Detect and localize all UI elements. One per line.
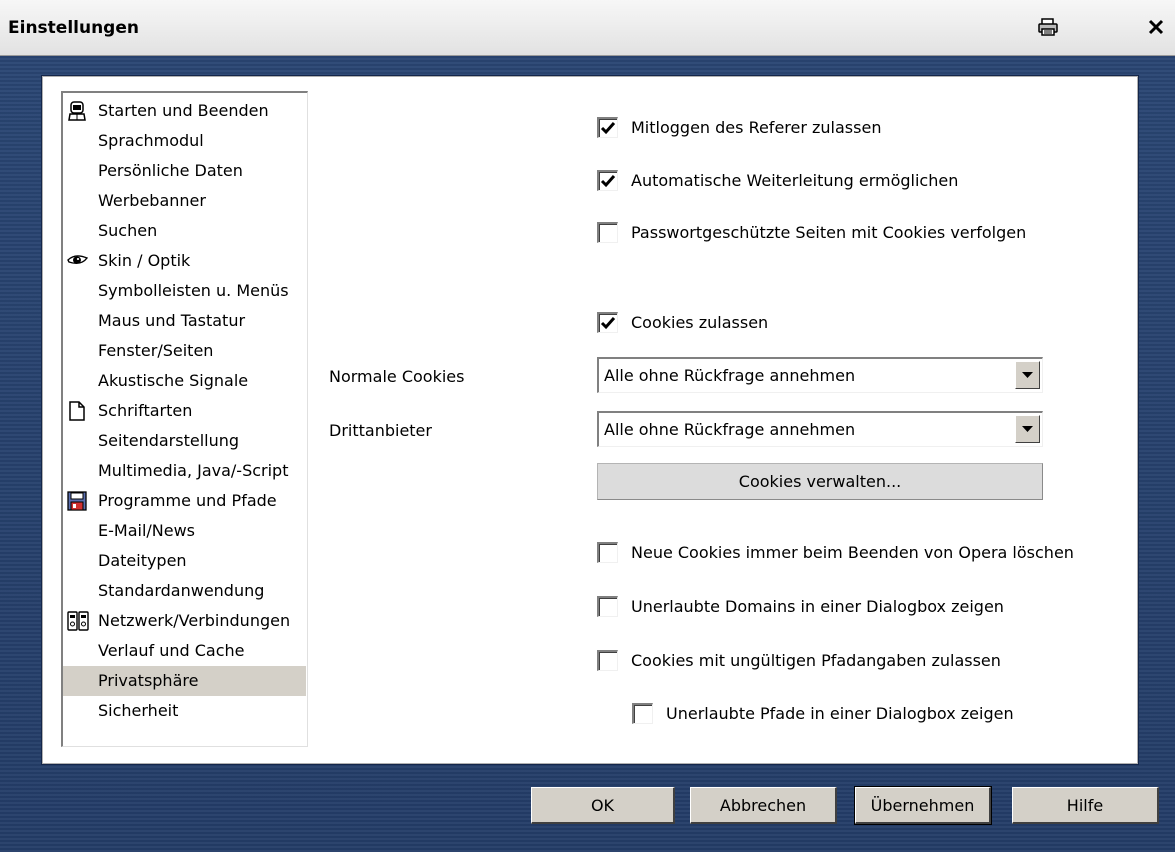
unauthorized-paths-checkbox-row[interactable]: Unerlaubte Pfade in einer Dialogbox zeig…	[632, 701, 1014, 725]
cancel-button[interactable]: Abbrechen	[690, 787, 837, 824]
ok-button[interactable]: OK	[531, 787, 675, 824]
checkmark-icon	[600, 316, 616, 329]
checkmark-icon	[600, 174, 616, 187]
nav-item[interactable]: Fenster/Seiten	[63, 336, 306, 366]
nav-item-label: E-Mail/News	[98, 521, 196, 540]
nav-item-label: Akustische Signale	[98, 371, 249, 390]
nav-item[interactable]: Multimedia, Java/-Script	[63, 456, 306, 486]
nav-item-label: Starten und Beenden	[98, 101, 269, 120]
referer-checkbox[interactable]	[597, 116, 618, 138]
nav-item-label: Standardanwendung	[98, 581, 265, 600]
nav-item-label: Seitendarstellung	[98, 431, 240, 450]
apply-button[interactable]: Übernehmen	[855, 787, 991, 824]
nav-item[interactable]: Schriftarten	[63, 396, 306, 426]
third-party-value: Alle ohne Rückfrage annehmen	[604, 420, 856, 439]
cookies-label: Cookies zulassen	[631, 312, 769, 332]
nav-item-label: Dateitypen	[98, 551, 187, 570]
nav-item[interactable]: Suchen	[63, 216, 306, 246]
unauthorized-paths-checkbox[interactable]	[632, 702, 653, 724]
password-cookies-label: Passwortgeschützte Seiten mit Cookies ve…	[631, 222, 1027, 242]
nav-item-label: Sicherheit	[98, 701, 179, 720]
eye-icon	[67, 251, 89, 271]
nav-item-label: Werbebanner	[98, 191, 206, 210]
delete-on-exit-label: Neue Cookies immer beim Beenden von Oper…	[631, 542, 1074, 562]
nav-item-label: Fenster/Seiten	[98, 341, 214, 360]
normal-cookies-value: Alle ohne Rückfrage annehmen	[604, 366, 856, 385]
nav-item[interactable]: Verlauf und Cache	[63, 636, 306, 666]
invalid-paths-checkbox[interactable]	[597, 649, 618, 671]
nav-item-label: Skin / Optik	[98, 251, 191, 270]
nav-item[interactable]: Seitendarstellung	[63, 426, 306, 456]
cookies-checkbox-row[interactable]: Cookies zulassen	[597, 310, 768, 334]
unauthorized-domains-checkbox-row[interactable]: Unerlaubte Domains in einer Dialogbox ze…	[597, 594, 1004, 618]
settings-window: Einstellungen Starten und Beenden Sprachm…	[0, 0, 1175, 852]
nav-item-label: Schriftarten	[98, 401, 193, 420]
person-icon	[67, 101, 87, 121]
third-party-select[interactable]: Alle ohne Rückfrage annehmen	[597, 411, 1043, 447]
nav-item[interactable]: Privatsphäre	[63, 666, 306, 696]
chevron-down-icon[interactable]	[1015, 415, 1040, 443]
nav-item-label: Privatsphäre	[98, 671, 199, 690]
nav-item[interactable]: Werbebanner	[63, 186, 306, 216]
nav-item-label: Sprachmodul	[98, 131, 204, 150]
nav-item-label: Symbolleisten u. Menüs	[98, 281, 289, 300]
nav-item[interactable]: Persönliche Daten	[63, 156, 306, 186]
nav-item-label: Programme und Pfade	[98, 491, 277, 510]
floppy-icon	[67, 491, 87, 511]
network-icon	[67, 611, 89, 631]
normal-cookies-label: Normale Cookies	[329, 367, 465, 386]
nav-item-label: Multimedia, Java/-Script	[98, 461, 289, 480]
third-party-label: Drittanbieter	[329, 421, 432, 440]
settings-panel: Starten und Beenden Sprachmodul Persönlich…	[42, 76, 1138, 764]
nav-item[interactable]: Dateitypen	[63, 546, 306, 576]
nav-item[interactable]: Starten und Beenden	[63, 96, 306, 126]
referer-checkbox-row[interactable]: Mitloggen des Referer zulassen	[597, 115, 881, 139]
nav-item[interactable]: E-Mail/News	[63, 516, 306, 546]
chevron-down-icon[interactable]	[1015, 361, 1040, 389]
nav-item[interactable]: Netzwerk/Verbindungen	[63, 606, 306, 636]
referer-label: Mitloggen des Referer zulassen	[631, 117, 882, 137]
redirect-label: Automatische Weiterleitung ermöglichen	[631, 170, 959, 190]
nav-item-label: Verlauf und Cache	[98, 641, 245, 660]
unauthorized-paths-label: Unerlaubte Pfade in einer Dialogbox zeig…	[666, 703, 1014, 723]
nav-item[interactable]: Sicherheit	[63, 696, 306, 726]
nav-item-label: Netzwerk/Verbindungen	[98, 611, 291, 630]
invalid-paths-checkbox-row[interactable]: Cookies mit ungültigen Pfadangaben zulas…	[597, 648, 1001, 672]
delete-on-exit-checkbox-row[interactable]: Neue Cookies immer beim Beenden von Oper…	[597, 540, 1074, 564]
nav-item[interactable]: Sprachmodul	[63, 126, 306, 156]
checkmark-icon	[600, 121, 616, 134]
print-icon[interactable]	[1036, 16, 1060, 38]
redirect-checkbox-row[interactable]: Automatische Weiterleitung ermöglichen	[597, 168, 958, 192]
password-cookies-checkbox[interactable]	[597, 221, 618, 243]
close-icon[interactable]	[1144, 16, 1168, 38]
document-icon	[67, 401, 87, 421]
password-cookies-checkbox-row[interactable]: Passwortgeschützte Seiten mit Cookies ve…	[597, 220, 1026, 244]
nav-item-label: Suchen	[98, 221, 158, 240]
nav-item[interactable]: Maus und Tastatur	[63, 306, 306, 336]
nav-item-label: Maus und Tastatur	[98, 311, 246, 330]
nav-item[interactable]: Symbolleisten u. Menüs	[63, 276, 306, 306]
normal-cookies-select[interactable]: Alle ohne Rückfrage annehmen	[597, 357, 1043, 393]
unauthorized-domains-checkbox[interactable]	[597, 595, 618, 617]
help-button[interactable]: Hilfe	[1012, 787, 1159, 824]
invalid-paths-label: Cookies mit ungültigen Pfadangaben zulas…	[631, 650, 1001, 670]
nav-item[interactable]: Standardanwendung	[63, 576, 306, 606]
title-bar: Einstellungen	[0, 0, 1175, 56]
cookies-checkbox[interactable]	[597, 311, 618, 333]
redirect-checkbox[interactable]	[597, 169, 618, 191]
unauthorized-domains-label: Unerlaubte Domains in einer Dialogbox ze…	[631, 596, 1004, 616]
window-title: Einstellungen	[8, 18, 139, 38]
nav-item-label: Persönliche Daten	[98, 161, 243, 180]
manage-cookies-button[interactable]: Cookies verwalten...	[597, 463, 1043, 500]
delete-on-exit-checkbox[interactable]	[597, 541, 618, 563]
category-list[interactable]: Starten und Beenden Sprachmodul Persönlich…	[61, 91, 308, 747]
nav-item[interactable]: Programme und Pfade	[63, 486, 306, 516]
nav-item[interactable]: Skin / Optik	[63, 246, 306, 276]
nav-item[interactable]: Akustische Signale	[63, 366, 306, 396]
